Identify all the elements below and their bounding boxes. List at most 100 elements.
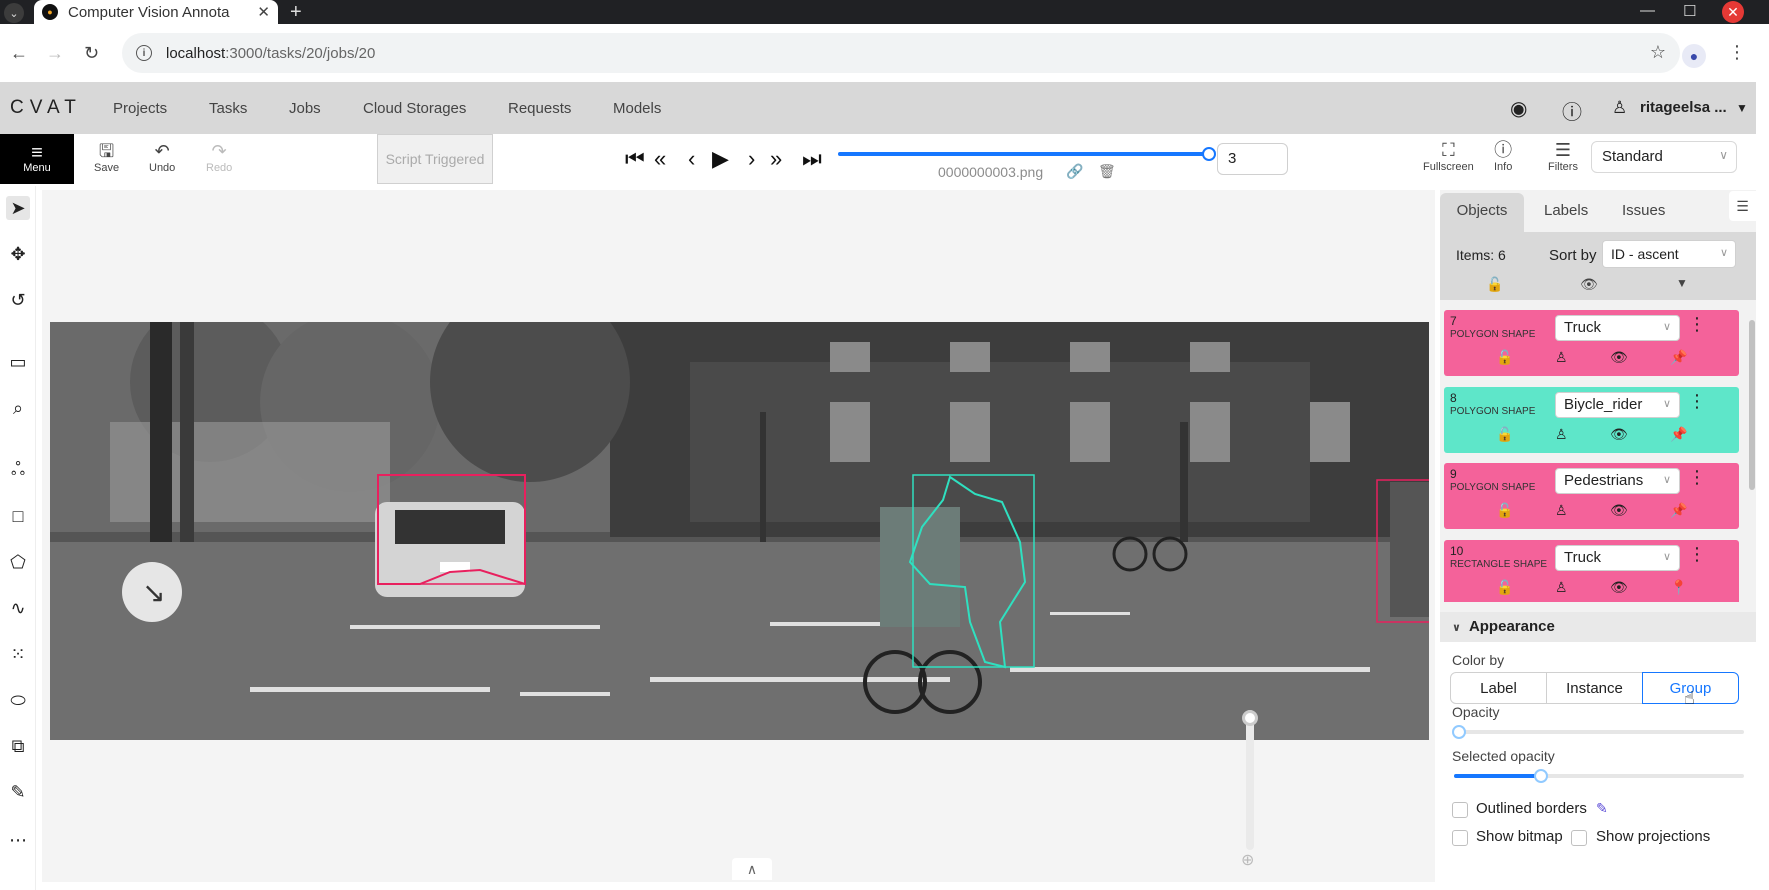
- object-label-select[interactable]: Truck ∨: [1555, 545, 1680, 571]
- sort-select[interactable]: ID - ascent ∨: [1602, 240, 1736, 268]
- zoom-slider[interactable]: [1246, 710, 1254, 850]
- fast-backward-icon[interactable]: «: [654, 146, 666, 172]
- save-button[interactable]: 🖫 Save: [94, 140, 119, 174]
- profile-avatar-icon[interactable]: ●: [1682, 44, 1706, 68]
- occluded-user-icon[interactable]: ♙: [1555, 502, 1568, 519]
- move-tool-icon[interactable]: ✥: [6, 242, 30, 266]
- object-label-select[interactable]: Pedestrians ∨: [1555, 468, 1680, 494]
- lock-all-icon[interactable]: 🔓: [1486, 276, 1503, 293]
- visibility-eye-icon[interactable]: 👁: [1610, 502, 1628, 519]
- objects-scrollbar[interactable]: [1747, 302, 1756, 602]
- tab-close-icon[interactable]: ✕: [257, 3, 270, 21]
- tab-objects[interactable]: Objects: [1440, 193, 1524, 232]
- frame-slider-handle[interactable]: [1202, 147, 1216, 161]
- color-picker-pencil-icon[interactable]: ✎: [1596, 800, 1608, 817]
- first-frame-icon[interactable]: ⏮: [625, 146, 645, 172]
- forward-icon[interactable]: →: [46, 43, 64, 64]
- new-tab-icon[interactable]: +: [290, 1, 302, 24]
- opacity-slider[interactable]: [1452, 725, 1744, 739]
- workspace-select[interactable]: Standard ∨: [1591, 141, 1737, 173]
- expand-all-icon[interactable]: ▼: [1676, 276, 1688, 290]
- appearance-header[interactable]: ∨ Appearance: [1440, 612, 1756, 642]
- visibility-eye-icon[interactable]: 👁: [1610, 426, 1628, 443]
- show-projections-checkbox[interactable]: [1571, 830, 1587, 846]
- draw-ellipse-icon[interactable]: ⬭: [6, 688, 30, 712]
- next-frame-icon[interactable]: ›: [748, 146, 755, 172]
- object-label-select[interactable]: Biycle_rider ∨: [1555, 392, 1680, 418]
- draw-polygon-icon[interactable]: ⬠: [6, 550, 30, 574]
- scrollbar-thumb[interactable]: [1749, 320, 1755, 490]
- github-icon[interactable]: ◉: [1510, 96, 1527, 121]
- filters-button[interactable]: ☰ Filters: [1548, 139, 1578, 173]
- object-card[interactable]: 7 POLYGON SHAPE Truck ∨ ⋮ 🔓 ♙ 👁 📌: [1444, 310, 1739, 376]
- object-menu-icon[interactable]: ⋮: [1688, 467, 1706, 488]
- url-field[interactable]: i localhost:3000/tasks/20/jobs/20 ☆: [122, 33, 1680, 73]
- pin-icon[interactable]: 📌: [1670, 502, 1687, 519]
- occluded-user-icon[interactable]: ♙: [1555, 579, 1568, 596]
- draw-polyline-icon[interactable]: ∿: [6, 596, 30, 620]
- object-menu-icon[interactable]: ⋮: [1688, 544, 1706, 565]
- visibility-eye-icon[interactable]: 👁: [1610, 579, 1628, 596]
- copy-link-icon[interactable]: 🔗: [1066, 163, 1083, 180]
- last-frame-icon[interactable]: ⏭: [802, 146, 822, 172]
- color-by-label-option[interactable]: Label: [1450, 672, 1547, 704]
- undo-button[interactable]: ↶ Undo: [149, 140, 175, 174]
- user-menu-caret-icon[interactable]: ▼: [1736, 101, 1748, 115]
- site-info-icon[interactable]: i: [136, 45, 152, 61]
- sidebar-collapse-icon[interactable]: ☰: [1729, 191, 1756, 221]
- zoom-handle[interactable]: [1242, 710, 1258, 726]
- object-card[interactable]: 9 POLYGON SHAPE Pedestrians ∨ ⋮ 🔓 ♙ 👁 📌: [1444, 463, 1739, 529]
- unlock-icon[interactable]: 🔓: [1496, 426, 1513, 443]
- outlined-borders-checkbox[interactable]: [1452, 802, 1468, 818]
- selected-opacity-slider[interactable]: [1454, 769, 1744, 783]
- pin-icon[interactable]: 📌: [1670, 426, 1687, 443]
- browser-tab[interactable]: ● Computer Vision Annota ✕: [34, 0, 278, 24]
- draw-points-icon[interactable]: ⁙: [6, 642, 30, 666]
- nav-models[interactable]: Models: [613, 100, 661, 117]
- reload-icon[interactable]: ↻: [84, 43, 99, 64]
- more-tools-icon[interactable]: ⋯: [6, 828, 30, 852]
- occluded-user-icon[interactable]: ♙: [1555, 349, 1568, 366]
- script-triggered-button[interactable]: Script Triggered: [377, 134, 493, 184]
- tab-search-icon[interactable]: ⌄: [4, 3, 24, 23]
- fast-forward-icon[interactable]: »: [770, 146, 782, 172]
- frame-slider[interactable]: [838, 147, 1216, 161]
- color-by-instance-option[interactable]: Instance: [1546, 672, 1643, 704]
- nav-requests[interactable]: Requests: [508, 100, 571, 117]
- object-menu-icon[interactable]: ⋮: [1688, 391, 1706, 412]
- rotate-icon[interactable]: ↺: [6, 288, 30, 312]
- window-close-icon[interactable]: ✕: [1722, 1, 1744, 23]
- selected-opacity-slider-handle[interactable]: [1534, 769, 1548, 783]
- draw-cuboid-icon[interactable]: ⧉: [6, 734, 30, 758]
- nav-jobs[interactable]: Jobs: [289, 100, 321, 117]
- bookmark-star-icon[interactable]: ☆: [1650, 42, 1666, 63]
- cvat-logo[interactable]: CVAT: [10, 97, 82, 119]
- username[interactable]: ritageelsa ...: [1640, 99, 1727, 116]
- ai-tools-icon[interactable]: ஃ: [6, 458, 30, 482]
- previous-frame-icon[interactable]: ‹: [688, 146, 695, 172]
- minimize-icon[interactable]: —: [1640, 2, 1655, 19]
- opacity-slider-handle[interactable]: [1452, 725, 1466, 739]
- chevron-up-icon[interactable]: ∧: [732, 858, 772, 880]
- tab-issues[interactable]: Issues: [1622, 202, 1665, 219]
- zoom-in-icon[interactable]: ⊕: [1241, 850, 1254, 870]
- unlock-icon[interactable]: 🔓: [1496, 502, 1513, 519]
- object-menu-icon[interactable]: ⋮: [1688, 314, 1706, 335]
- occluded-user-icon[interactable]: ♙: [1555, 426, 1568, 443]
- visibility-eye-icon[interactable]: 👁: [1610, 349, 1628, 366]
- browser-menu-icon[interactable]: ⋮: [1728, 42, 1746, 63]
- fit-image-icon[interactable]: ▭: [6, 350, 30, 374]
- unlock-icon[interactable]: 🔓: [1496, 349, 1513, 366]
- object-card[interactable]: 8 POLYGON SHAPE Biycle_rider ∨ ⋮ 🔓 ♙ 👁 📌: [1444, 387, 1739, 453]
- frame-number-input[interactable]: 3: [1217, 143, 1288, 175]
- pin-icon[interactable]: 📌: [1670, 349, 1687, 366]
- nav-cloud-storages[interactable]: Cloud Storages: [363, 100, 466, 117]
- redo-button[interactable]: ↷ Redo: [206, 140, 232, 174]
- nav-tasks[interactable]: Tasks: [209, 100, 247, 117]
- back-icon[interactable]: ←: [10, 43, 28, 64]
- show-all-icon[interactable]: 👁: [1580, 276, 1598, 293]
- object-card[interactable]: 10 RECTANGLE SHAPE Truck ∨ ⋮ 🔓 ♙ 👁 📍: [1444, 540, 1739, 602]
- menu-button[interactable]: ≡ Menu: [0, 134, 74, 184]
- nav-projects[interactable]: Projects: [113, 100, 167, 117]
- unlock-icon[interactable]: 🔓: [1496, 579, 1513, 596]
